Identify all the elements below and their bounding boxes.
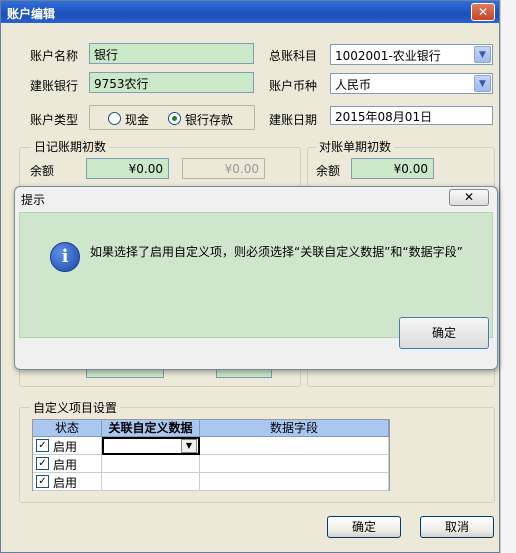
col-header-linked-data: 关联自定义数据: [102, 420, 200, 437]
account-name-input[interactable]: 银行: [89, 43, 254, 64]
row-status: 启用: [53, 440, 78, 454]
data-field-cell[interactable]: [200, 473, 389, 491]
currency-select[interactable]: 人民币 ▼: [330, 73, 493, 94]
statement-group-title: 对账单期初数: [316, 138, 395, 155]
col-header-data-field: 数据字段: [200, 420, 389, 437]
journal-balance-input[interactable]: ¥0.00: [86, 158, 169, 179]
ledger-subject-select[interactable]: 1002001-农业银行 ▼: [330, 44, 493, 65]
row-checkbox[interactable]: ✓: [36, 439, 49, 452]
row-checkbox[interactable]: ✓: [36, 457, 49, 470]
account-type-label: 账户类型: [30, 113, 79, 127]
background-window-edge: [500, 0, 516, 553]
row-checkbox[interactable]: ✓: [36, 475, 49, 488]
table-row: ✓ 启用: [33, 473, 102, 491]
linked-data-cell[interactable]: [102, 473, 200, 491]
dialog-message: 如果选择了启用自定义项，则必须选择“关联自定义数据”和“数据字段”: [90, 245, 463, 259]
custom-group-title: 自定义项目设置: [30, 399, 121, 416]
window-title: 账户编辑: [7, 7, 56, 21]
chevron-down-icon[interactable]: ▼: [474, 75, 491, 92]
custom-items-table: 状态 关联自定义数据 数据字段 ✓ 启用 ▼ ✓ 启用 ✓ 启用: [32, 419, 390, 491]
account-bank-input[interactable]: 9753农行: [89, 72, 254, 93]
radio-bank-deposit-label: 银行存款: [185, 113, 234, 127]
row-status: 启用: [53, 458, 78, 472]
col-header-status: 状态: [33, 420, 102, 437]
window-close-button[interactable]: ✕: [471, 3, 495, 21]
statement-balance-label: 余额: [316, 164, 341, 178]
radio-cash-label: 现金: [125, 113, 150, 127]
linked-data-select[interactable]: ▼: [102, 437, 200, 455]
open-date-input[interactable]: 2015年08月01日: [330, 106, 493, 125]
ledger-subject-label: 总账科目: [269, 49, 318, 63]
row-status: 启用: [53, 476, 78, 490]
currency-value: 人民币: [335, 78, 372, 92]
chevron-down-icon[interactable]: ▼: [474, 46, 491, 63]
ok-button[interactable]: 确定: [327, 516, 401, 538]
table-row: ✓ 启用: [33, 455, 102, 473]
dialog-title: 提示: [21, 193, 46, 207]
account-type-radio-group: 现金 银行存款: [89, 105, 255, 130]
table-row: ✓ 启用: [33, 437, 102, 455]
radio-cash[interactable]: [108, 112, 121, 125]
journal-balance-label: 余额: [30, 164, 55, 178]
data-field-cell[interactable]: [200, 437, 389, 455]
radio-bank-deposit[interactable]: [168, 112, 181, 125]
chevron-down-icon[interactable]: ▼: [181, 439, 197, 453]
journal-group-title: 日记账期初数: [31, 138, 110, 155]
cancel-button[interactable]: 取消: [420, 516, 494, 538]
account-bank-label: 建账银行: [30, 79, 79, 93]
journal-balance-input-2: ¥0.00: [182, 158, 265, 179]
prompt-dialog: 提示 ✕ i 如果选择了启用自定义项，则必须选择“关联自定义数据”和“数据字段”…: [14, 186, 498, 370]
window-titlebar: 账户编辑 ✕: [1, 1, 499, 23]
dialog-close-button[interactable]: ✕: [449, 189, 489, 206]
ledger-subject-value: 1002001-农业银行: [335, 49, 441, 63]
currency-label: 账户币种: [269, 79, 318, 93]
dialog-ok-button[interactable]: 确定: [399, 317, 489, 349]
open-date-label: 建账日期: [269, 113, 318, 127]
info-icon: i: [50, 242, 80, 272]
linked-data-cell[interactable]: [102, 455, 200, 473]
statement-balance-input[interactable]: ¥0.00: [351, 158, 434, 179]
data-field-cell[interactable]: [200, 455, 389, 473]
account-name-label: 账户名称: [30, 49, 79, 63]
